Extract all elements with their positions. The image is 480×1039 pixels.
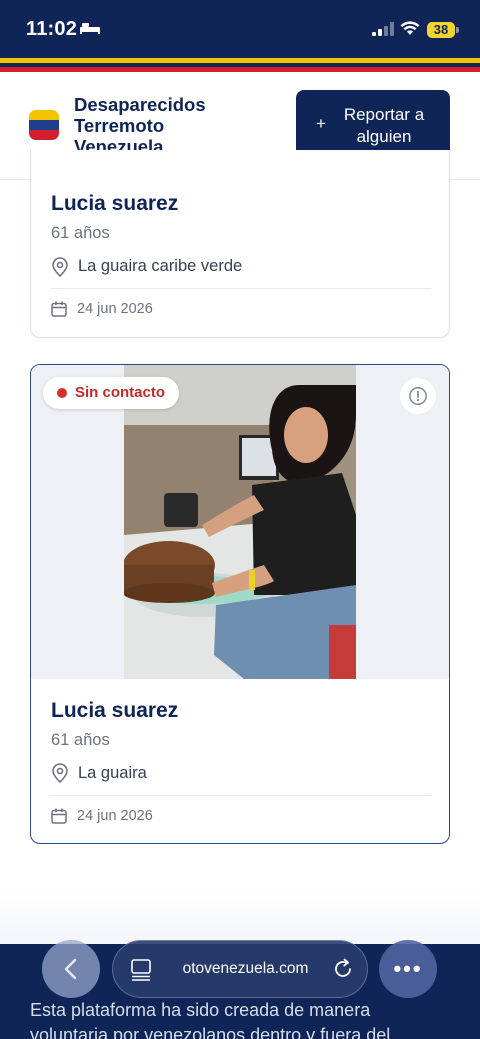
report-info-button[interactable]	[400, 378, 436, 414]
status-badge: Sin contacto	[43, 377, 180, 409]
person-location: La guaira caribe verde	[78, 257, 243, 275]
status-bar: 11:02 38	[0, 0, 480, 58]
report-date: 24 jun 2026	[77, 808, 153, 824]
brand-line: Desaparecidos	[74, 94, 206, 115]
map-pin-icon	[52, 763, 68, 783]
person-name: Lucia suarez	[51, 192, 179, 215]
browser-url[interactable]: otovenezuela.com	[163, 960, 328, 978]
site-brand[interactable]: Desaparecidos Terremoto Venezuela	[74, 94, 206, 157]
calendar-icon	[51, 808, 67, 824]
status-label: Sin contacto	[75, 384, 166, 401]
sleep-focus-icon	[80, 23, 100, 34]
wifi-icon	[400, 21, 420, 35]
brand-line: Terremoto	[74, 115, 165, 136]
alert-circle-icon	[409, 387, 427, 405]
battery-tip	[456, 27, 459, 33]
status-time: 11:02	[26, 18, 78, 40]
browser-back-button[interactable]	[42, 940, 100, 998]
plus-icon: +	[316, 114, 326, 133]
chevron-left-icon	[64, 958, 77, 980]
reload-icon[interactable]	[332, 958, 354, 980]
report-date: 24 jun 2026	[77, 301, 153, 317]
card-divider	[51, 288, 431, 289]
more-horizontal-icon[interactable]: •••	[379, 940, 437, 998]
map-pin-icon	[52, 257, 68, 277]
flag-stripe	[0, 58, 480, 72]
person-photo	[124, 365, 356, 679]
battery-level: 38	[427, 22, 455, 38]
card-divider	[51, 795, 431, 796]
venezuela-flag-icon	[29, 110, 59, 140]
browser-address-bar[interactable]: otovenezuela.com	[112, 940, 368, 998]
cell-signal-icon	[372, 22, 394, 36]
page-fade	[0, 890, 480, 946]
person-location: La guaira	[78, 764, 147, 782]
person-age: 61 años	[51, 224, 110, 242]
photo-container: Sin contacto	[31, 365, 449, 679]
status-dot	[57, 388, 67, 398]
report-button-label: Reportar a alguien	[343, 105, 425, 146]
person-age: 61 años	[51, 731, 110, 749]
person-card[interactable]: Lucia suarez 61 años La guaira caribe ve…	[30, 150, 450, 338]
footer-text: Esta plataforma ha sido creada de manera…	[30, 1000, 391, 1039]
calendar-icon	[51, 301, 67, 317]
person-card[interactable]: Sin contacto Lucia suarez 61 años La gua…	[30, 364, 450, 844]
person-name: Lucia suarez	[51, 699, 179, 722]
tab-overview-icon	[131, 959, 151, 981]
